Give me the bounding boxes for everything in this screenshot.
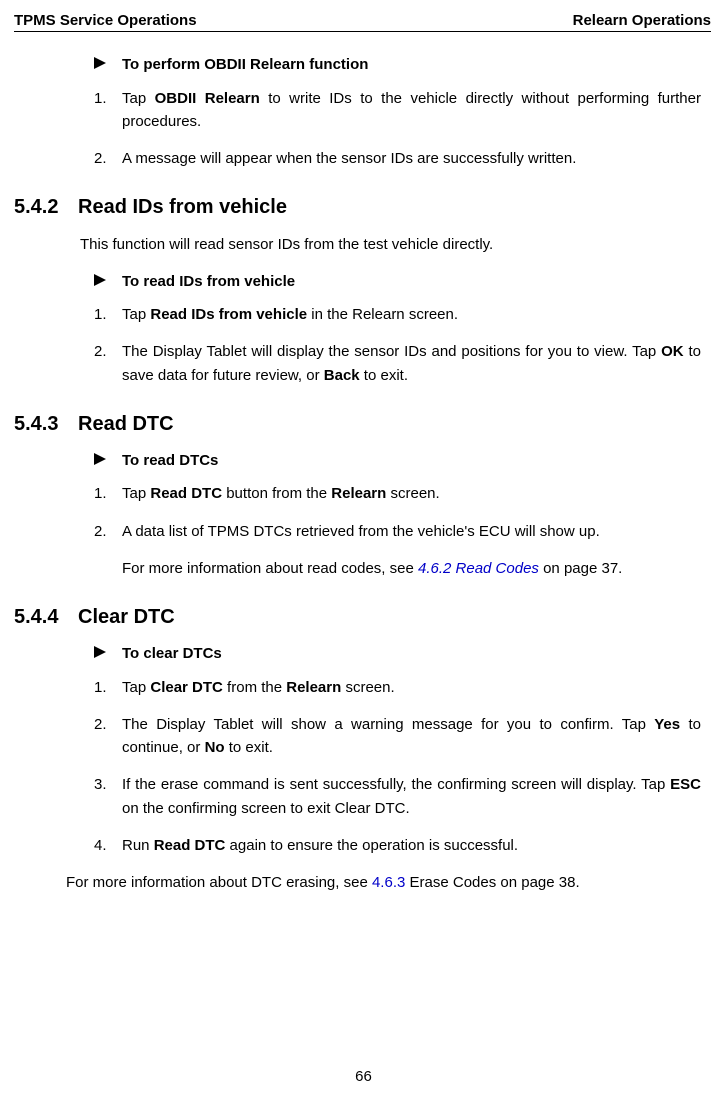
page-header: TPMS Service Operations Relearn Operatio… (14, 12, 711, 32)
item-text: Run Read DTC again to ensure the operati… (122, 834, 701, 857)
section-title: Clear DTC (78, 606, 175, 629)
item-number: 3. (94, 773, 122, 820)
cross-reference-link[interactable]: 4.6.2 Read Codes (418, 560, 539, 577)
item-number: 2. (94, 520, 122, 543)
procedure-heading-obdii: To perform OBDII Relearn function (94, 54, 711, 77)
item-text: A message will appear when the sensor ID… (122, 147, 701, 170)
section-number: 5.4.2 (14, 196, 78, 219)
section-title: Read DTC (78, 413, 174, 436)
section-heading-543: 5.4.3 Read DTC (14, 413, 711, 436)
section-heading-544: 5.4.4 Clear DTC (14, 606, 711, 629)
list-item: 2. The Display Tablet will display the s… (94, 340, 701, 387)
procedure-heading-readdtc: To read DTCs (94, 450, 711, 473)
list-item: 2. A message will appear when the sensor… (94, 147, 701, 170)
cross-reference-para: For more information about DTC erasing, … (66, 871, 701, 894)
list-item: 2. The Display Tablet will show a warnin… (94, 713, 701, 760)
item-number: 1. (94, 87, 122, 134)
item-text: Tap Clear DTC from the Relearn screen. (122, 676, 701, 699)
list-item: 1. Tap OBDII Relearn to write IDs to the… (94, 87, 701, 134)
item-number: 1. (94, 303, 122, 326)
section-title: Read IDs from vehicle (78, 196, 287, 219)
item-number: 2. (94, 713, 122, 760)
cross-reference-para: For more information about read codes, s… (122, 557, 701, 580)
item-number: 4. (94, 834, 122, 857)
header-right: Relearn Operations (573, 12, 711, 29)
list-item: 4. Run Read DTC again to ensure the oper… (94, 834, 701, 857)
list-item: 1. Tap Read IDs from vehicle in the Rele… (94, 303, 701, 326)
intro-paragraph: This function will read sensor IDs from … (80, 233, 701, 256)
list-item: 2. A data list of TPMS DTCs retrieved fr… (94, 520, 701, 543)
arrow-icon (94, 643, 122, 664)
procedure-title: To read IDs from vehicle (122, 271, 295, 294)
item-text: Tap OBDII Relearn to write IDs to the ve… (122, 87, 701, 134)
item-number: 1. (94, 676, 122, 699)
item-number: 2. (94, 340, 122, 387)
arrow-icon (94, 54, 122, 75)
cross-reference-link[interactable]: 4.6.3 (372, 874, 405, 891)
section-number: 5.4.4 (14, 606, 78, 629)
arrow-icon (94, 271, 122, 292)
list-item: 3. If the erase command is sent successf… (94, 773, 701, 820)
procedure-heading-readids: To read IDs from vehicle (94, 271, 711, 294)
item-text: A data list of TPMS DTCs retrieved from … (122, 520, 701, 543)
procedure-title: To clear DTCs (122, 643, 222, 666)
item-text: The Display Tablet will show a warning m… (122, 713, 701, 760)
item-number: 2. (94, 147, 122, 170)
item-text: Tap Read DTC button from the Relearn scr… (122, 482, 701, 505)
procedure-title: To perform OBDII Relearn function (122, 54, 368, 77)
item-text: Tap Read IDs from vehicle in the Relearn… (122, 303, 701, 326)
list-item: 1. Tap Read DTC button from the Relearn … (94, 482, 701, 505)
list-item: 1. Tap Clear DTC from the Relearn screen… (94, 676, 701, 699)
item-text: If the erase command is sent successfull… (122, 773, 701, 820)
procedure-heading-cleardtc: To clear DTCs (94, 643, 711, 666)
arrow-icon (94, 450, 122, 471)
section-heading-542: 5.4.2 Read IDs from vehicle (14, 196, 711, 219)
procedure-title: To read DTCs (122, 450, 218, 473)
header-left: TPMS Service Operations (14, 12, 197, 29)
item-text: The Display Tablet will display the sens… (122, 340, 701, 387)
page-number: 66 (0, 1068, 727, 1085)
item-number: 1. (94, 482, 122, 505)
section-number: 5.4.3 (14, 413, 78, 436)
